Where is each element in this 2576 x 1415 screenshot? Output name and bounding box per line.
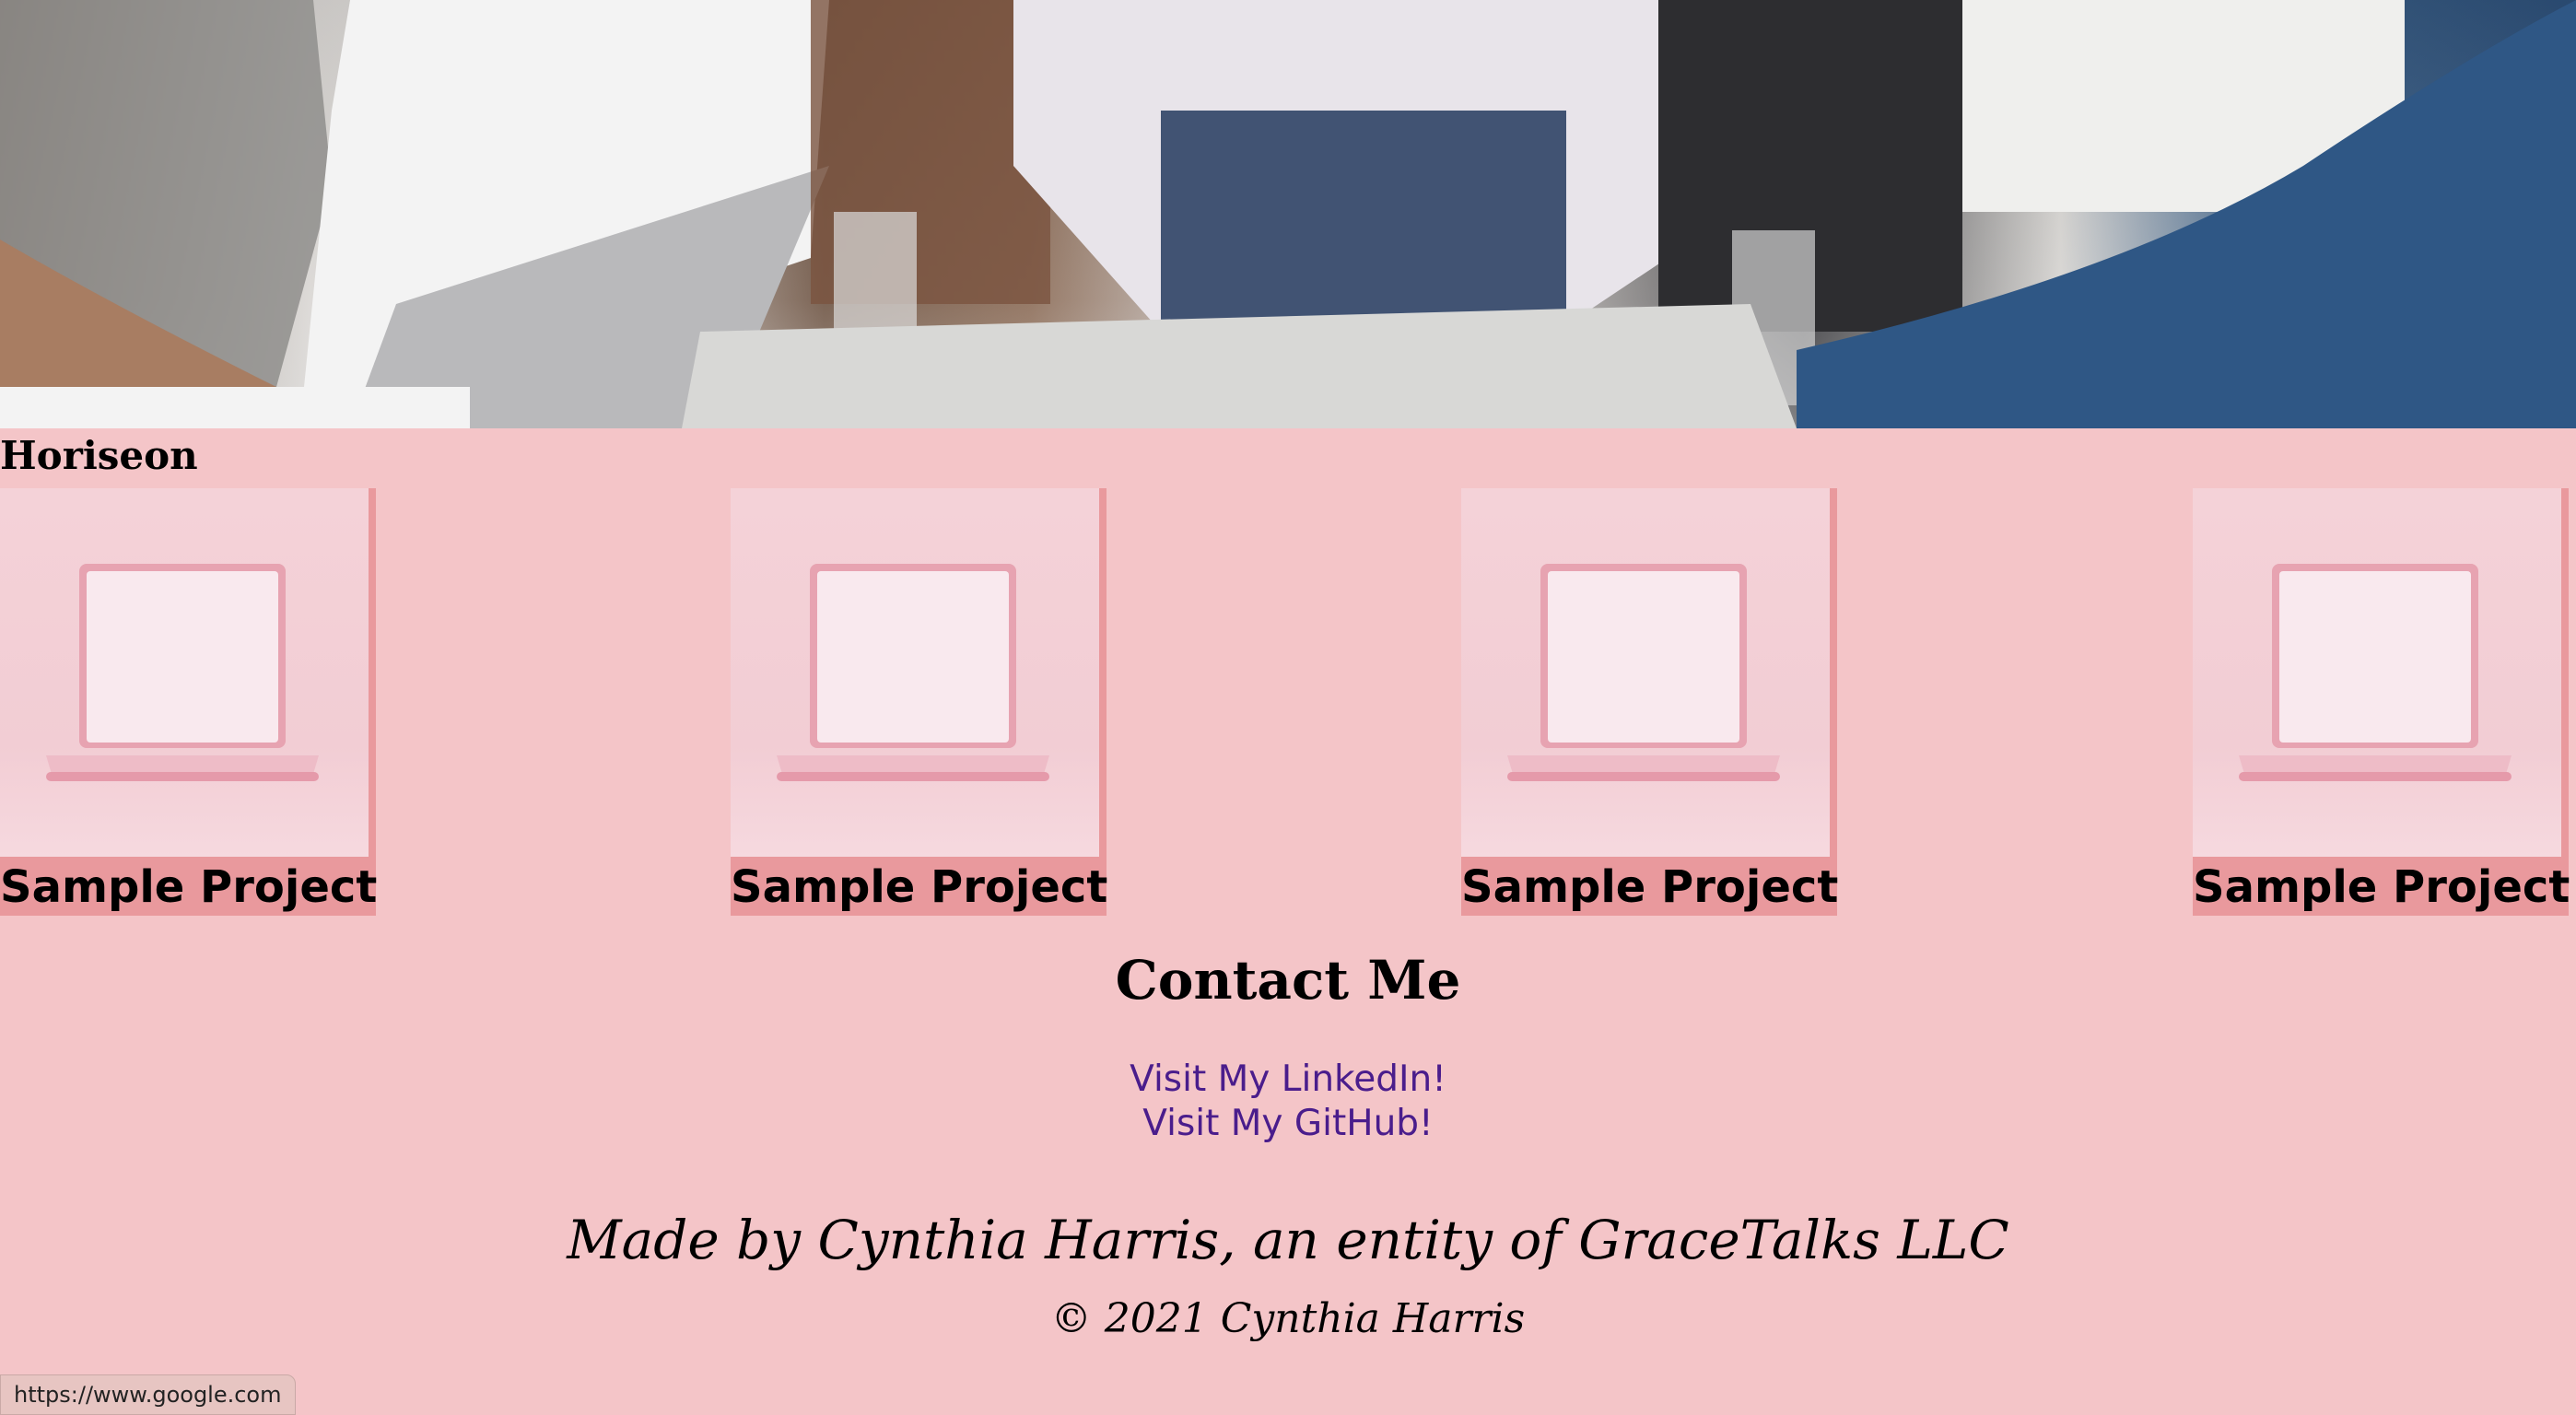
hero-image xyxy=(0,0,2576,428)
contact-links: Visit My LinkedIn! Visit My GitHub! xyxy=(0,1058,2576,1146)
project-card[interactable]: Sample Project xyxy=(2193,488,2570,916)
project-card[interactable]: Sample Project xyxy=(731,488,1107,916)
github-link[interactable]: Visit My GitHub! xyxy=(0,1102,2576,1146)
project-card[interactable]: Sample Project xyxy=(1461,488,1839,916)
laptop-image xyxy=(1461,488,1830,857)
laptop-image xyxy=(0,488,369,857)
status-bar-url: https://www.google.com xyxy=(0,1374,296,1415)
project-title: Sample Project xyxy=(2193,861,2570,913)
project-title: Sample Project xyxy=(0,861,378,913)
linkedin-link[interactable]: Visit My LinkedIn! xyxy=(0,1058,2576,1102)
laptop-image xyxy=(731,488,1099,857)
footer-copyright: © 2021 Cynthia Harris xyxy=(1050,1295,1526,1342)
project-title: Sample Project xyxy=(1461,861,1839,913)
brand-title: Horiseon xyxy=(0,433,198,478)
laptop-image xyxy=(2193,488,2561,857)
hero-photo-shapes xyxy=(0,0,2576,428)
project-card[interactable]: Sample Project xyxy=(0,488,378,916)
contact-heading: Contact Me xyxy=(1115,949,1461,1012)
project-title: Sample Project xyxy=(731,861,1108,913)
footer-credit: Made by Cynthia Harris, an entity of Gra… xyxy=(567,1209,2009,1271)
